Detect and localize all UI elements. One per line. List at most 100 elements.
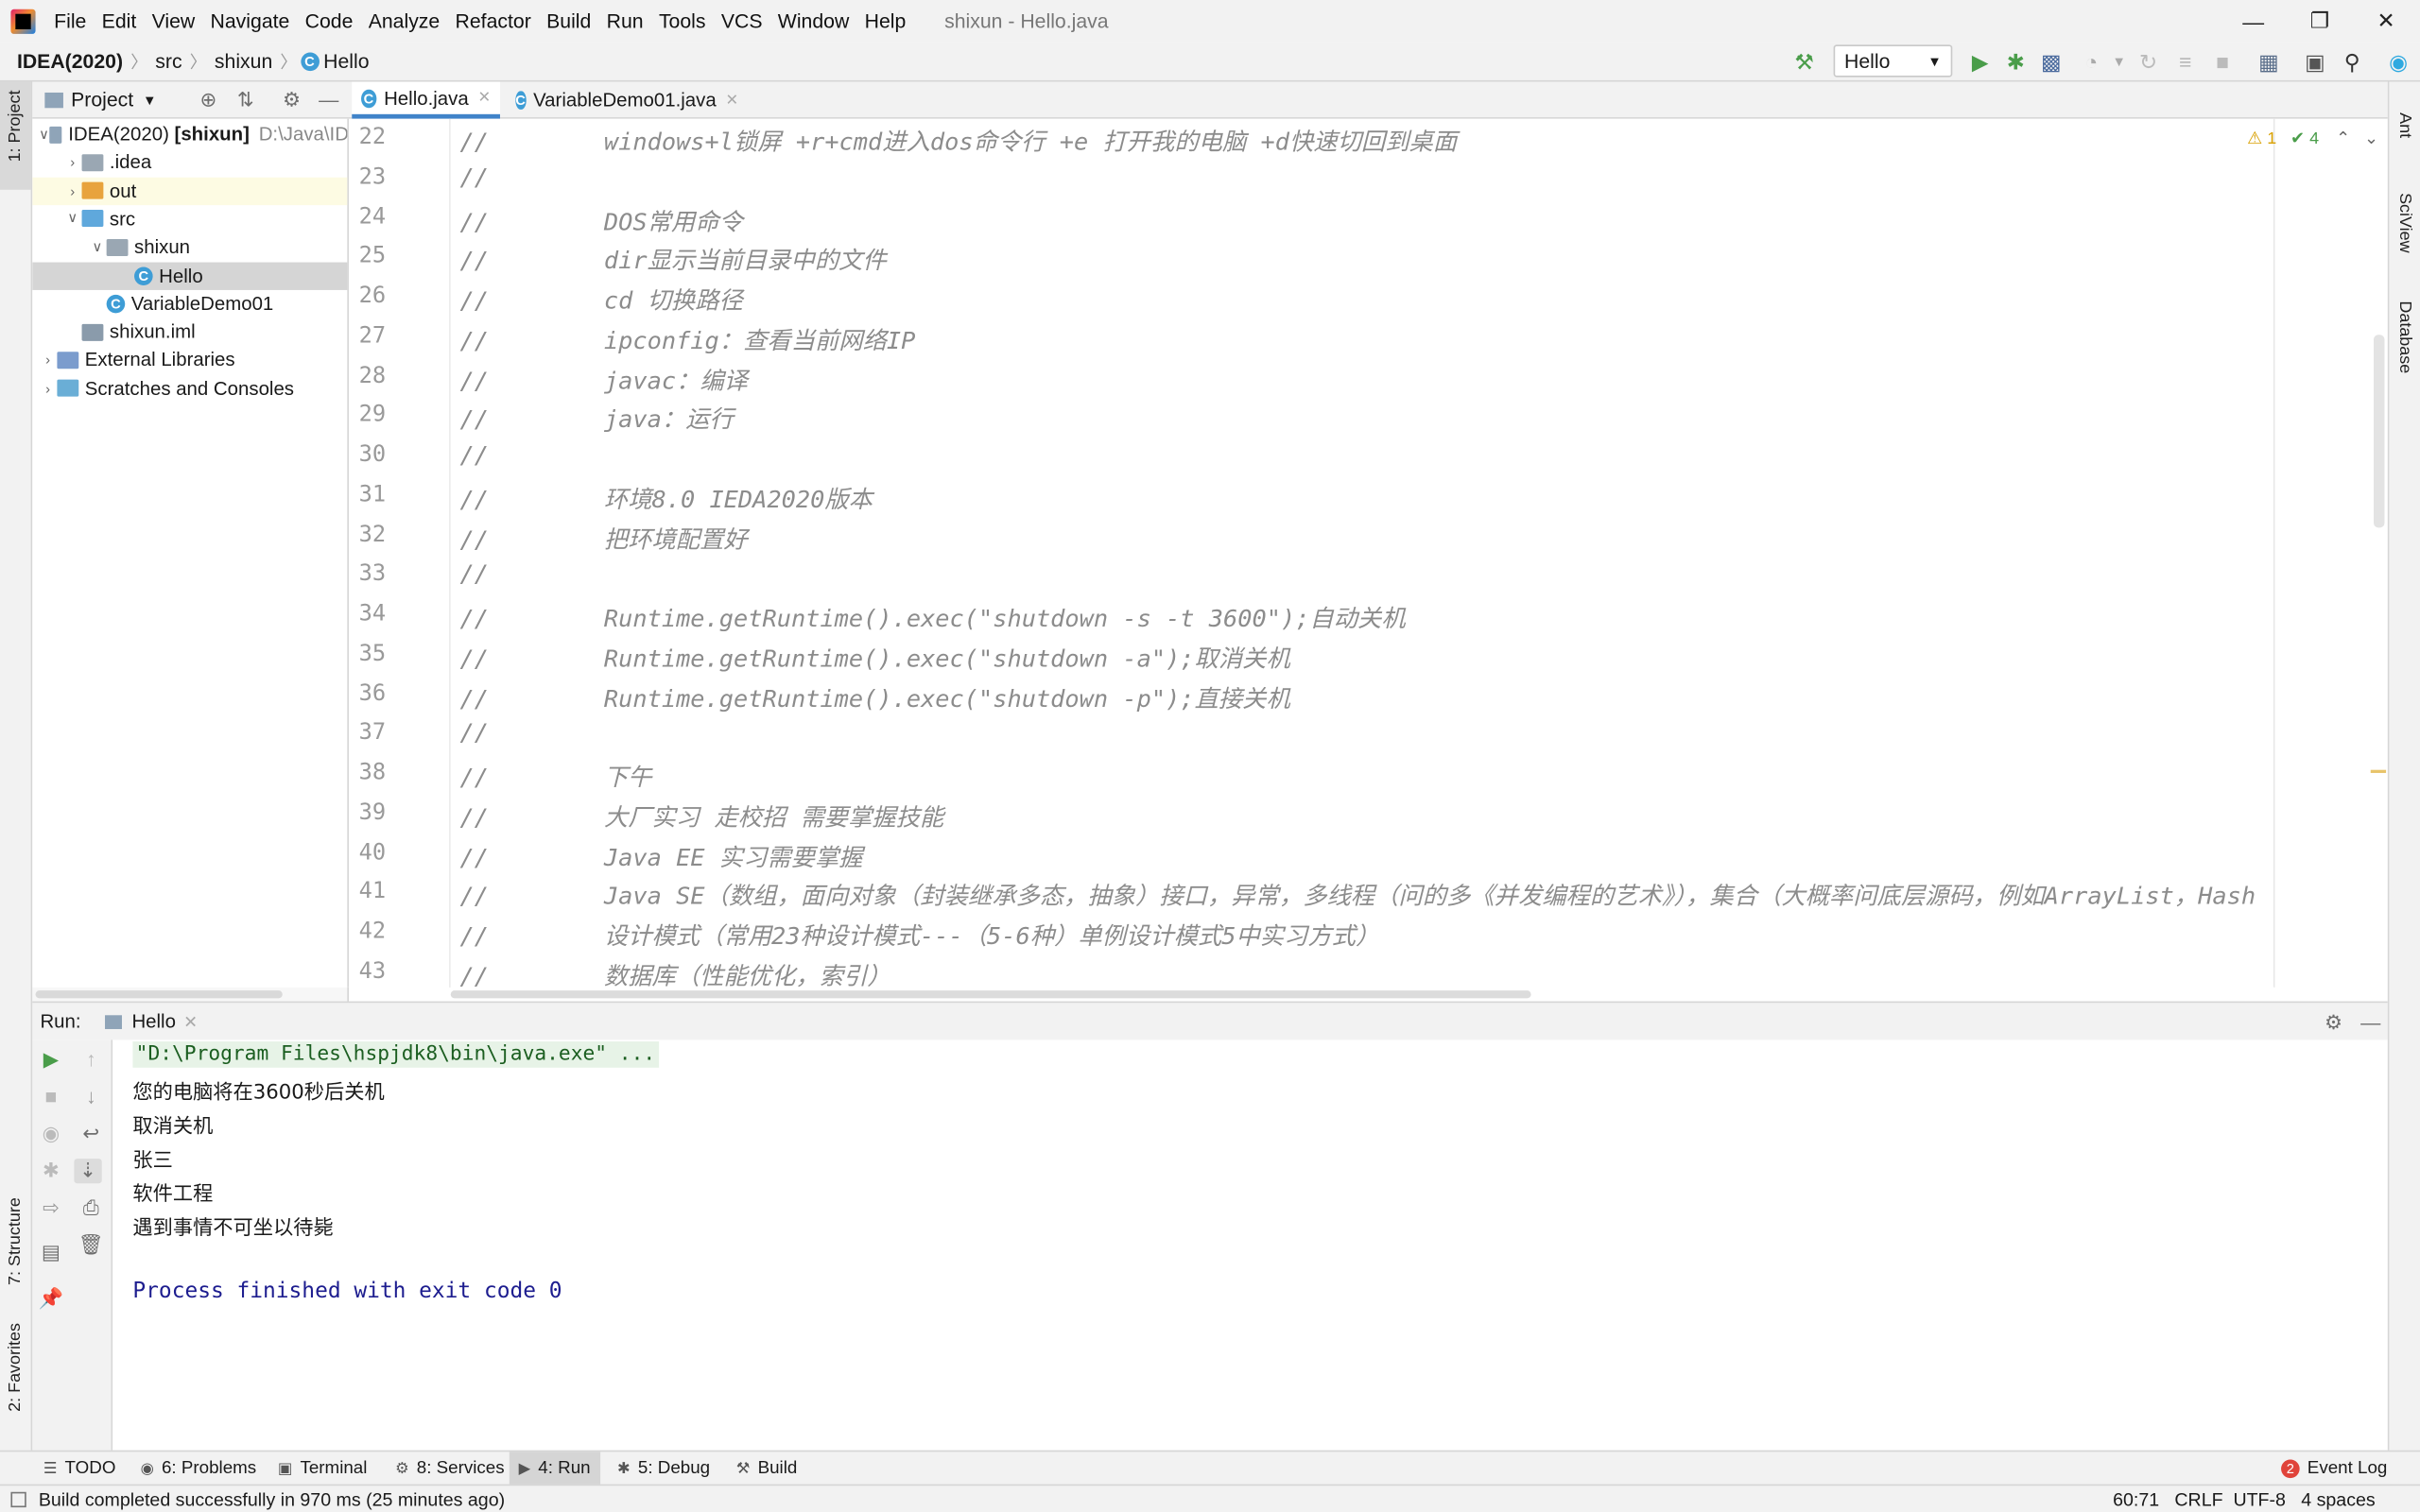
tree-item-idea[interactable]: › .idea	[32, 148, 347, 176]
tree-item-variabledemo01[interactable]: C VariableDemo01	[32, 290, 347, 318]
debug-bug-icon[interactable]: ✱	[37, 1159, 64, 1183]
tool-window-5-debug[interactable]: ✱ 5: Debug	[608, 1452, 719, 1486]
code-line[interactable]: // 数据库（性能优化，索引）	[460, 957, 891, 988]
tool-structure[interactable]: 7: Structure	[7, 1197, 26, 1285]
profiler-dropdown-icon[interactable]: ▼	[2105, 48, 2133, 76]
chevron-down-icon[interactable]: ∨	[88, 239, 107, 256]
editor-horizontal-scrollbar[interactable]	[450, 987, 2388, 1002]
code-line[interactable]: // ipconfig：查看当前网络IP	[460, 322, 916, 356]
tool-window-todo[interactable]: ☰ TODO	[34, 1452, 125, 1486]
stop-icon[interactable]: ■	[2208, 48, 2236, 76]
camera-icon[interactable]: ◉	[37, 1122, 64, 1146]
code-line[interactable]: //	[460, 163, 489, 191]
tool-windows-toggle-icon[interactable]	[10, 1490, 26, 1507]
stop-icon[interactable]: ■	[37, 1085, 64, 1108]
coverage-icon[interactable]: ▩	[2037, 48, 2065, 76]
menu-analyze[interactable]: Analyze	[361, 9, 448, 32]
chevron-right-icon[interactable]: ›	[39, 352, 58, 368]
inspection-widget[interactable]: ⚠ 1 ✔ 4 ⌃ ⌄	[2247, 129, 2378, 148]
print-icon[interactable]: ⎙	[78, 1195, 105, 1220]
menu-help[interactable]: Help	[856, 9, 913, 32]
project-scroll-thumb[interactable]	[35, 990, 283, 999]
rerun-icon[interactable]: ↻	[2135, 48, 2162, 76]
caret-position[interactable]: 60:71	[2113, 1488, 2159, 1510]
terminal-window-icon[interactable]: ▣	[2301, 48, 2328, 76]
close-icon[interactable]: ✕	[183, 1011, 198, 1032]
breadcrumb-class[interactable]: Hello	[319, 49, 373, 72]
editor-tab-variabledemo01-java[interactable]: C VariableDemo01.java ✕	[507, 82, 738, 119]
run-tab-hello[interactable]: Hello ✕	[105, 1010, 198, 1032]
warning-stripe-marker[interactable]	[2370, 769, 2387, 773]
code-line[interactable]: // windows+l锁屏 +r+cmd进入dos命令行 +e 打开我的电脑 …	[460, 124, 1458, 158]
up-arrow-icon[interactable]: ↑	[78, 1048, 105, 1071]
close-window-button[interactable]: ✕	[2352, 0, 2420, 42]
code-line[interactable]: // Runtime.getRuntime().exec("shutdown -…	[460, 600, 1406, 634]
project-structure-icon[interactable]: ▦	[2255, 48, 2282, 76]
editor-vertical-scroll-thumb[interactable]	[2374, 335, 2385, 528]
locate-target-icon[interactable]: ⊕	[195, 88, 222, 112]
minimize-button[interactable]: —	[2220, 0, 2288, 42]
breadcrumb-src[interactable]: src	[150, 49, 186, 72]
chevron-right-icon[interactable]: ›	[39, 381, 58, 396]
maximize-button[interactable]: ❐	[2286, 0, 2354, 42]
tree-item-src[interactable]: ∨ src	[32, 205, 347, 232]
scroll-to-end-icon[interactable]: ⇣	[74, 1159, 102, 1184]
collapse-all-icon[interactable]: ⇅	[232, 88, 259, 112]
run-configuration-select[interactable]: Hello ▼	[1833, 44, 1953, 77]
plugin-logo-icon[interactable]: ◉	[2384, 48, 2411, 76]
code-line[interactable]: //	[460, 441, 489, 469]
code-line[interactable]: // cd 切换路径	[460, 283, 743, 317]
code-line[interactable]: // javac：编译	[460, 362, 748, 396]
tool-window-8-services[interactable]: ⚙ 8: Services	[386, 1452, 513, 1486]
menu-navigate[interactable]: Navigate	[202, 9, 297, 32]
code-line[interactable]: //	[460, 560, 489, 588]
code-line[interactable]: // Runtime.getRuntime().exec("shutdown -…	[460, 640, 1290, 674]
down-arrow-icon[interactable]: ↓	[78, 1085, 105, 1108]
restore-layout-icon[interactable]: ⇨	[37, 1195, 64, 1220]
code-line[interactable]: // Java EE 实习需要掌握	[460, 838, 863, 872]
project-scrollbar[interactable]	[32, 987, 349, 1002]
rerun-icon[interactable]: ▶	[37, 1048, 64, 1073]
code-line[interactable]: // dir显示当前目录中的文件	[460, 243, 887, 277]
breadcrumb-project[interactable]: IDEA(2020)	[12, 49, 128, 72]
tool-ant[interactable]: Ant	[2395, 112, 2414, 138]
indent-setting[interactable]: 4 spaces	[2301, 1488, 2375, 1510]
chevron-right-icon[interactable]: ›	[63, 155, 82, 170]
code-line[interactable]: // 大厂实习 走校招 需要掌握技能	[460, 799, 944, 833]
code-line[interactable]: // Java SE（数组，面向对象（封装继承多态，抽象）接口，异常，多线程（问…	[460, 878, 2256, 912]
event-log-button[interactable]: 2 Event Log	[2272, 1452, 2396, 1486]
tree-item-hello[interactable]: C Hello	[32, 261, 348, 290]
tool-window-6-problems[interactable]: ◉ 6: Problems	[131, 1452, 266, 1486]
layout-icon[interactable]: ▤	[37, 1241, 64, 1265]
close-icon[interactable]: ✕	[725, 92, 738, 109]
editor-tab-hello-java[interactable]: C Hello.java ✕	[352, 81, 500, 119]
editor-horizontal-scroll-thumb[interactable]	[450, 990, 1531, 999]
tree-item-idea-2020-shixun[interactable]: ∨ IDEA(2020) [shixun] D:\Java\ID	[32, 120, 347, 147]
tree-item-out[interactable]: › out	[32, 177, 348, 205]
menu-refactor[interactable]: Refactor	[447, 9, 539, 32]
menu-tools[interactable]: Tools	[651, 9, 714, 32]
run-icon[interactable]: ▶	[1966, 48, 1994, 76]
prev-highlight-icon[interactable]: ⌃	[2336, 129, 2350, 148]
status-message[interactable]: Build completed successfully in 970 ms (…	[39, 1488, 505, 1510]
code-line[interactable]: // 设计模式（常用23种设计模式---（5-6种）单例设计模式5中实习方式）	[460, 918, 1380, 952]
tree-item-scratches-and-consoles[interactable]: › Scratches and Consoles	[32, 374, 347, 402]
hide-panel-icon[interactable]: —	[315, 88, 342, 111]
menu-code[interactable]: Code	[297, 9, 360, 32]
profiler-icon[interactable]: ◔	[2078, 48, 2105, 76]
pin-icon[interactable]: 📌	[37, 1287, 64, 1312]
gear-icon[interactable]: ⚙	[2320, 1010, 2347, 1035]
chevron-down-icon[interactable]: ∨	[63, 211, 82, 228]
menu-run[interactable]: Run	[598, 9, 650, 32]
build-hammer-icon[interactable]: ⚒	[1790, 48, 1818, 76]
menu-vcs[interactable]: VCS	[714, 9, 770, 32]
gear-icon[interactable]: ⚙	[278, 88, 305, 112]
tool-favorites[interactable]: 2: Favorites	[7, 1323, 26, 1412]
menu-view[interactable]: View	[144, 9, 202, 32]
code-line[interactable]: // java：运行	[460, 402, 734, 436]
code-line[interactable]: // DOS常用命令	[460, 203, 743, 237]
menu-edit[interactable]: Edit	[95, 9, 145, 32]
code-line[interactable]: // 环境8.0 IEDA2020版本	[460, 481, 873, 515]
reformat-icon[interactable]: ≡	[2171, 48, 2199, 76]
chevron-down-icon[interactable]: ∨	[39, 126, 49, 143]
